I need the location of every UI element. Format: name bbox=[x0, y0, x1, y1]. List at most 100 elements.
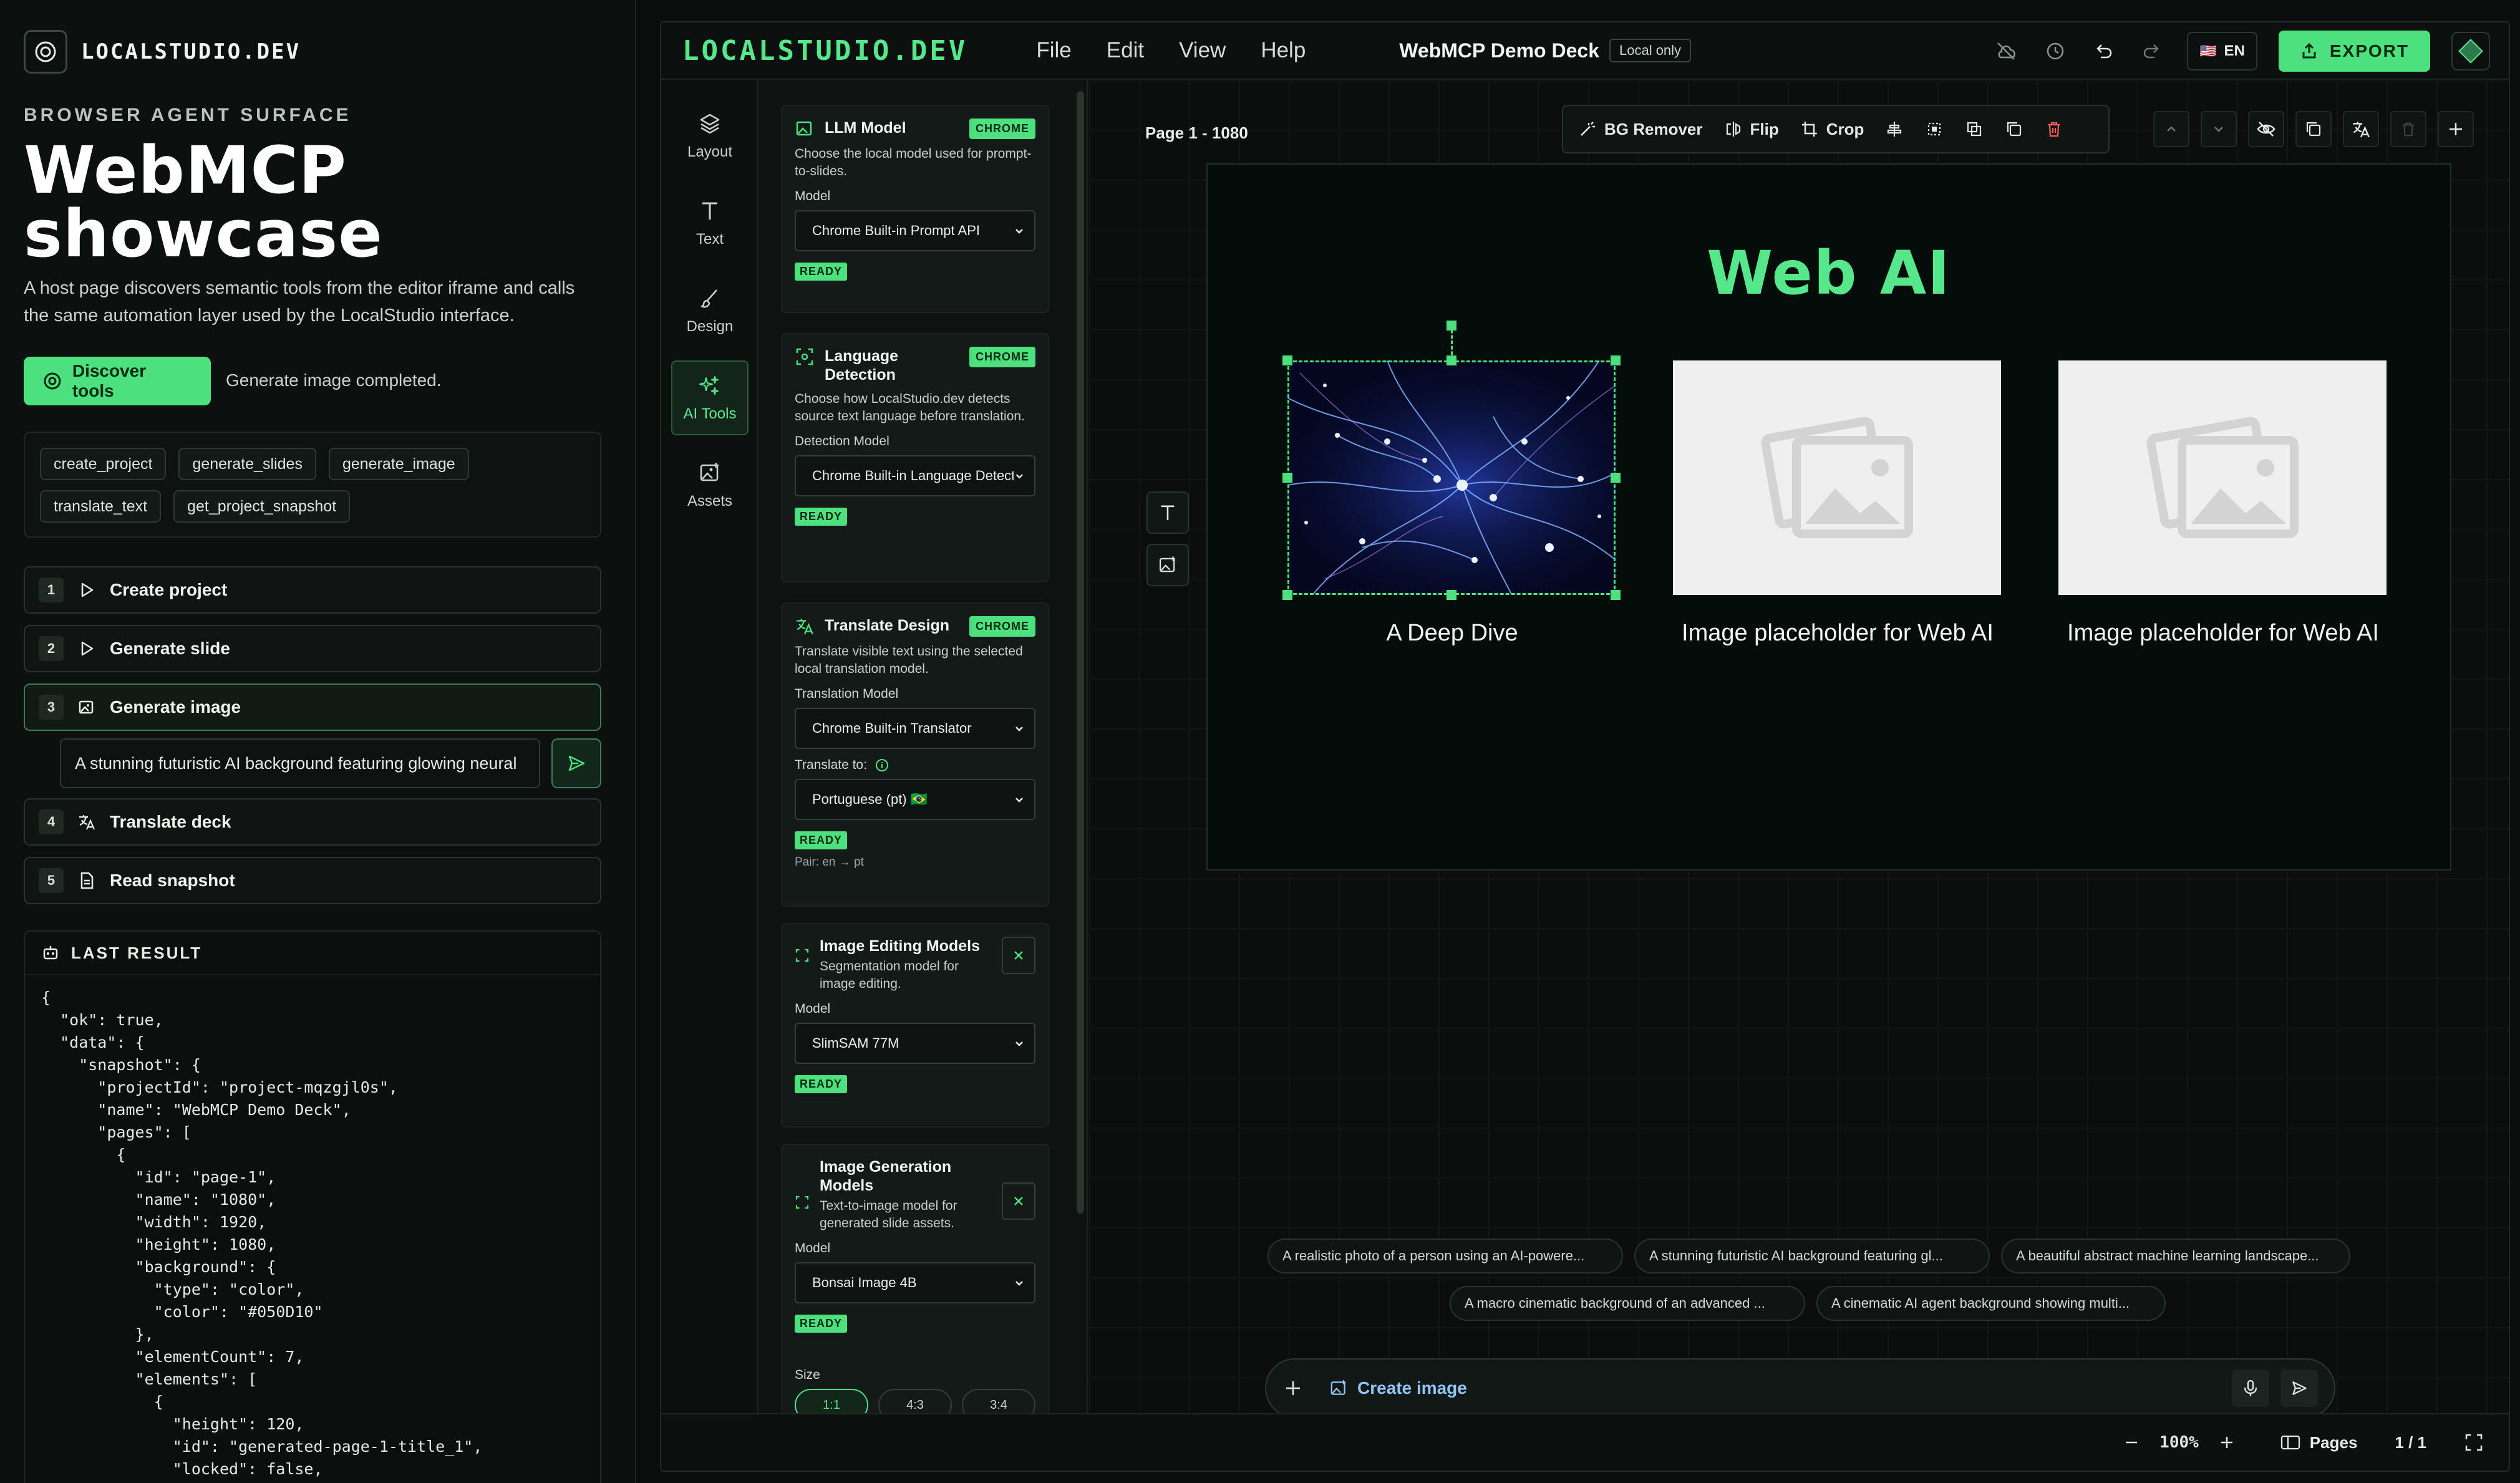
undo-icon[interactable] bbox=[2090, 37, 2117, 65]
last-result-json[interactable]: { "ok": true, "data": { "snapshot": { "p… bbox=[25, 975, 600, 1483]
step-translate-deck[interactable]: 4 Translate deck bbox=[24, 798, 601, 846]
resize-handle[interactable] bbox=[1611, 473, 1621, 483]
card-title: Image Generation Models bbox=[820, 1158, 952, 1194]
tool-chip[interactable]: generate_slides bbox=[178, 448, 316, 480]
step-generate-slide[interactable]: 2 Generate slide bbox=[24, 625, 601, 672]
crop-button[interactable]: Crop bbox=[1800, 120, 1864, 139]
rail-item-design[interactable]: Design bbox=[671, 273, 749, 348]
move-up-icon[interactable] bbox=[2153, 111, 2189, 147]
size-option[interactable]: 3:4 bbox=[962, 1389, 1035, 1414]
resize-handle[interactable] bbox=[1282, 590, 1292, 600]
image-plus-icon bbox=[1330, 1380, 1346, 1395]
editor-logo[interactable]: LOCALSTUDIO.DEV bbox=[682, 35, 967, 67]
image-caption[interactable]: Image placeholder for Web AI bbox=[2030, 620, 2416, 647]
fullscreen-icon[interactable] bbox=[2464, 1432, 2484, 1452]
segmentation-model-select[interactable]: SlimSAM 77M bbox=[795, 1023, 1035, 1064]
layer-order-icon[interactable] bbox=[1965, 120, 1984, 138]
canvas-area[interactable]: Page 1 - 1080 BG Remover Flip Crop Web A… bbox=[1089, 80, 2509, 1418]
image-placeholder[interactable] bbox=[2058, 360, 2387, 595]
hide-icon[interactable] bbox=[2248, 111, 2284, 147]
delete-icon[interactable] bbox=[2045, 120, 2063, 138]
plus-icon[interactable] bbox=[1282, 1378, 1304, 1399]
create-image-mode[interactable]: Create image bbox=[1329, 1378, 1467, 1398]
resize-handle[interactable] bbox=[1282, 355, 1292, 365]
microphone-button[interactable] bbox=[2232, 1369, 2269, 1407]
tool-chip[interactable]: generate_image bbox=[328, 448, 469, 480]
slide-page[interactable]: Web AI A Deep Dive Image placeholder for… bbox=[1206, 163, 2451, 871]
prompt-suggestion[interactable]: A cinematic AI agent background showing … bbox=[1816, 1286, 2166, 1321]
add-page-icon[interactable] bbox=[2438, 111, 2474, 147]
resize-handle[interactable] bbox=[1282, 473, 1292, 483]
detection-model-select[interactable]: Chrome Built-in Language Detector bbox=[795, 455, 1035, 496]
prompt-suggestion[interactable]: A stunning futuristic AI background feat… bbox=[1634, 1239, 1990, 1273]
resize-handle[interactable] bbox=[1611, 590, 1621, 600]
slide-title[interactable]: Web AI bbox=[1208, 238, 2450, 308]
delete-page-icon[interactable] bbox=[2390, 111, 2426, 147]
flip-button[interactable]: Flip bbox=[1724, 120, 1779, 139]
cloud-off-icon[interactable] bbox=[1992, 37, 2020, 65]
language-selector[interactable]: 🇺🇸 EN bbox=[2187, 32, 2257, 70]
tool-chip[interactable]: translate_text bbox=[40, 490, 162, 523]
send-prompt-button[interactable] bbox=[551, 738, 601, 788]
history-icon[interactable] bbox=[2041, 37, 2068, 65]
redo-icon[interactable] bbox=[2138, 37, 2166, 65]
info-icon[interactable] bbox=[875, 758, 889, 773]
card-title: Image Editing Models bbox=[820, 937, 980, 955]
image-caption[interactable]: A Deep Dive bbox=[1259, 620, 1645, 647]
menu-view[interactable]: View bbox=[1179, 38, 1226, 63]
close-button[interactable] bbox=[1002, 1182, 1035, 1220]
prompt-suggestion[interactable]: A macro cinematic background of an advan… bbox=[1450, 1286, 1805, 1321]
copy-page-icon[interactable] bbox=[2295, 111, 2332, 147]
menu-file[interactable]: File bbox=[1036, 38, 1071, 63]
add-image-button[interactable] bbox=[1146, 544, 1189, 586]
llm-model-select[interactable]: Chrome Built-in Prompt API bbox=[795, 210, 1035, 251]
grid-icon[interactable] bbox=[1925, 120, 1944, 138]
bg-remover-button[interactable]: BG Remover bbox=[1578, 120, 1703, 139]
prompt-suggestion[interactable]: A realistic photo of a person using an A… bbox=[1267, 1239, 1623, 1273]
size-option[interactable]: 4:3 bbox=[878, 1389, 952, 1414]
menu-help[interactable]: Help bbox=[1261, 38, 1306, 63]
rotate-handle[interactable] bbox=[1447, 321, 1456, 331]
image-caption[interactable]: Image placeholder for Web AI bbox=[1644, 620, 2031, 647]
export-button[interactable]: EXPORT bbox=[2278, 31, 2430, 72]
add-text-button[interactable] bbox=[1146, 491, 1189, 534]
document-title[interactable]: WebMCP Demo Deck bbox=[1399, 39, 1599, 62]
target-language-select[interactable]: Portuguese (pt) 🇧🇷 bbox=[795, 779, 1035, 820]
create-image-label: Create image bbox=[1357, 1378, 1467, 1398]
resize-handle[interactable] bbox=[1447, 355, 1456, 365]
zoom-out-icon[interactable] bbox=[2122, 1433, 2141, 1452]
pages-toggle[interactable]: Pages bbox=[2280, 1433, 2357, 1452]
rail-item-text[interactable]: Text bbox=[671, 186, 749, 261]
image-prompt-input[interactable]: A stunning futuristic AI background feat… bbox=[60, 738, 540, 788]
flag-us-icon: 🇺🇸 bbox=[2199, 43, 2217, 59]
prompt-composer[interactable]: Create image bbox=[1265, 1358, 2335, 1418]
duplicate-icon[interactable] bbox=[2005, 120, 2023, 138]
rail-item-ai-tools[interactable]: AI Tools bbox=[671, 360, 749, 435]
rail-item-assets[interactable]: Assets bbox=[671, 448, 749, 523]
panel-scrollbar[interactable] bbox=[1077, 91, 1084, 1214]
zoom-in-icon[interactable] bbox=[2217, 1433, 2236, 1452]
close-button[interactable] bbox=[1002, 937, 1035, 974]
sparkles-icon bbox=[699, 376, 719, 395]
size-option[interactable]: 1:1 bbox=[795, 1389, 868, 1414]
resize-handle[interactable] bbox=[1447, 590, 1456, 600]
move-down-icon[interactable] bbox=[2201, 111, 2237, 147]
step-generate-image[interactable]: 3 Generate image bbox=[24, 684, 601, 731]
language-pair: Pair: en → pt bbox=[795, 856, 864, 869]
send-button[interactable] bbox=[2280, 1369, 2318, 1407]
rail-item-layout[interactable]: Layout bbox=[671, 99, 749, 173]
menu-edit[interactable]: Edit bbox=[1107, 38, 1144, 63]
step-create-project[interactable]: 1 Create project bbox=[24, 566, 601, 614]
translate-page-icon[interactable] bbox=[2343, 111, 2379, 147]
tool-chip[interactable]: get_project_snapshot bbox=[173, 490, 351, 523]
align-center-icon[interactable] bbox=[1885, 120, 1904, 138]
tool-chip[interactable]: create_project bbox=[40, 448, 167, 480]
avatar[interactable] bbox=[2451, 32, 2490, 70]
step-read-snapshot[interactable]: 5 Read snapshot bbox=[24, 857, 601, 904]
prompt-suggestion[interactable]: A beautiful abstract machine learning la… bbox=[2001, 1239, 2350, 1273]
image-placeholder[interactable] bbox=[1673, 360, 2001, 595]
resize-handle[interactable] bbox=[1611, 355, 1621, 365]
discover-tools-button[interactable]: Discover tools bbox=[24, 357, 211, 405]
image-model-select[interactable]: Bonsai Image 4B bbox=[795, 1262, 1035, 1303]
translation-model-select[interactable]: Chrome Built-in Translator bbox=[795, 708, 1035, 749]
